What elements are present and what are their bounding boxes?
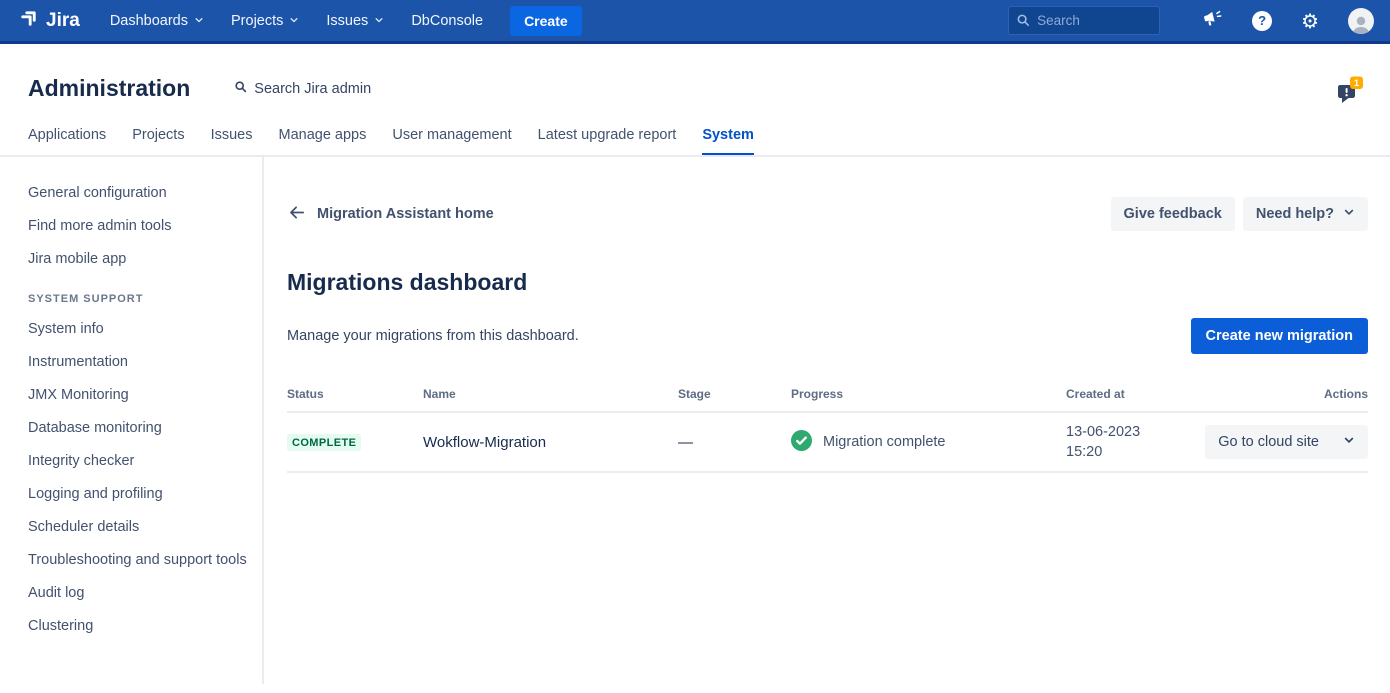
jira-logo-icon [18, 6, 41, 35]
tab-applications[interactable]: Applications [28, 127, 106, 155]
give-feedback-button[interactable]: Give feedback [1111, 197, 1235, 231]
dashboard-subtitle: Manage your migrations from this dashboa… [287, 328, 579, 344]
tab-latest-upgrade-report[interactable]: Latest upgrade report [538, 127, 677, 155]
top-navbar: Jira Dashboards Projects Issues DbConsol… [0, 0, 1390, 44]
column-header-progress: Progress [791, 387, 1066, 401]
sidebar-item-system-info[interactable]: System info [28, 320, 250, 339]
admin-header: Administration Search Jira admin 1 [0, 44, 1390, 106]
go-to-cloud-site-button[interactable]: Go to cloud site [1205, 425, 1368, 459]
chevron-down-icon[interactable] [1343, 434, 1355, 450]
column-header-stage: Stage [678, 387, 791, 401]
back-row: Migration Assistant home Give feedback N… [287, 197, 1368, 231]
arrow-left-icon [287, 203, 306, 226]
migrations-dashboard-title: Migrations dashboard [287, 269, 1368, 296]
chevron-down-icon [1343, 206, 1355, 222]
nav-item-issues[interactable]: Issues [326, 13, 384, 29]
column-header-name: Name [423, 387, 678, 401]
tab-projects[interactable]: Projects [132, 127, 184, 155]
migrations-table: Status Name Stage Progress Created at Ac… [287, 387, 1368, 473]
check-circle-icon [791, 430, 812, 455]
table-row: COMPLETE Wokflow-Migration — Migration c… [287, 413, 1368, 473]
sidebar-item-general-configuration[interactable]: General configuration [28, 184, 250, 203]
sidebar-item-clustering[interactable]: Clustering [28, 617, 250, 636]
sidebar-section-system-support: SYSTEM SUPPORT [28, 293, 250, 305]
created-at-cell: 13-06-2023 15:20 [1066, 422, 1188, 462]
sidebar-item-scheduler-details[interactable]: Scheduler details [28, 518, 250, 537]
sidebar-item-jmx-monitoring[interactable]: JMX Monitoring [28, 386, 250, 405]
search-icon [1016, 13, 1030, 32]
created-date: 13-06-2023 [1066, 422, 1188, 442]
help-icon[interactable]: ? [1252, 11, 1272, 31]
sidebar-item-audit-log[interactable]: Audit log [28, 584, 250, 603]
main-layout: General configuration Find more admin to… [0, 157, 1390, 684]
sidebar-item-instrumentation[interactable]: Instrumentation [28, 353, 250, 372]
feedback-icon[interactable]: 1 [1336, 75, 1364, 110]
megaphone-icon[interactable] [1202, 8, 1223, 34]
sidebar-item-find-more-admin-tools[interactable]: Find more admin tools [28, 217, 250, 236]
tab-user-management[interactable]: User management [392, 127, 511, 155]
navbar-menu: Dashboards Projects Issues DbConsole [110, 13, 483, 29]
gear-icon[interactable]: ⚙ [1301, 11, 1319, 31]
sidebar-item-logging-and-profiling[interactable]: Logging and profiling [28, 485, 250, 504]
page-title: Administration [28, 75, 190, 102]
navbar-search [1008, 6, 1160, 35]
search-icon [234, 80, 247, 97]
migration-assistant-home-link[interactable]: Migration Assistant home [287, 203, 494, 226]
need-help-button[interactable]: Need help? [1243, 197, 1368, 231]
sidebar-item-integrity-checker[interactable]: Integrity checker [28, 452, 250, 471]
chevron-down-icon [194, 13, 204, 29]
migration-name: Wokflow-Migration [423, 434, 678, 451]
search-input[interactable] [1008, 6, 1160, 35]
admin-tabs: Applications Projects Issues Manage apps… [0, 106, 1390, 157]
subtitle-row: Manage your migrations from this dashboa… [287, 318, 1368, 354]
jira-logo-text: Jira [46, 10, 80, 32]
header-buttons: Give feedback Need help? [1111, 197, 1368, 231]
notification-badge: 1 [1354, 78, 1360, 89]
jira-logo[interactable]: Jira [18, 6, 80, 35]
nav-item-projects[interactable]: Projects [231, 13, 299, 29]
nav-item-dashboards[interactable]: Dashboards [110, 13, 204, 29]
avatar[interactable] [1348, 8, 1374, 34]
system-sidebar: General configuration Find more admin to… [0, 157, 264, 684]
migrations-content: Migration Assistant home Give feedback N… [264, 157, 1390, 684]
migration-stage: — [678, 434, 791, 451]
sidebar-item-jira-mobile-app[interactable]: Jira mobile app [28, 250, 250, 269]
navbar-right: ? ⚙ [1008, 6, 1374, 35]
table-header-row: Status Name Stage Progress Created at Ac… [287, 387, 1368, 413]
status-badge: COMPLETE [287, 434, 361, 451]
column-header-status: Status [287, 387, 423, 401]
sidebar-item-database-monitoring[interactable]: Database monitoring [28, 419, 250, 438]
column-header-created-at: Created at [1066, 387, 1188, 401]
column-header-actions: Actions [1188, 387, 1368, 401]
tab-manage-apps[interactable]: Manage apps [279, 127, 367, 155]
progress-cell: Migration complete [791, 430, 1066, 455]
nav-item-dbconsole[interactable]: DbConsole [411, 13, 483, 29]
chevron-down-icon [374, 13, 384, 29]
progress-label: Migration complete [823, 434, 946, 450]
sidebar-item-troubleshooting-and-support-tools[interactable]: Troubleshooting and support tools [28, 551, 250, 570]
tab-issues[interactable]: Issues [211, 127, 253, 155]
tab-system[interactable]: System [702, 127, 754, 155]
chevron-down-icon [289, 13, 299, 29]
created-time: 15:20 [1066, 442, 1188, 462]
create-button[interactable]: Create [510, 6, 582, 36]
navbar-icons: ? ⚙ [1202, 8, 1374, 34]
search-jira-admin-link[interactable]: Search Jira admin [234, 80, 371, 97]
create-new-migration-button[interactable]: Create new migration [1191, 318, 1368, 354]
